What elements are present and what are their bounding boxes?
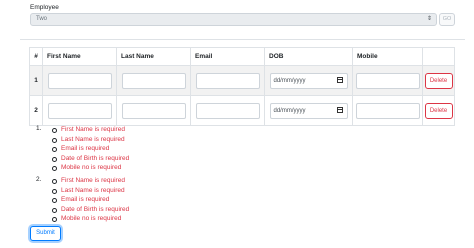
employee-label: Employee	[30, 4, 59, 11]
error-message: Email is required	[52, 144, 129, 154]
row-index: 2	[29, 95, 43, 126]
employee-select-value: Two	[36, 16, 48, 22]
error-message: Mobile no is required	[52, 163, 129, 173]
error-message: Date of Birth is required	[52, 205, 129, 215]
calendar-icon[interactable]	[336, 76, 343, 83]
error-message: First Name is required	[52, 176, 129, 186]
error-message: Last Name is required	[52, 135, 129, 145]
error-message: Last Name is required	[52, 186, 129, 196]
employee-table: # First Name Last Name Email DOB Mobile …	[29, 47, 455, 126]
error-list: First Name is required Last Name is requ…	[36, 176, 129, 224]
error-message: First Name is required	[52, 125, 129, 135]
validation-errors: 1. First Name is required Last Name is r…	[36, 125, 129, 227]
delete-button[interactable]: Delete	[424, 72, 453, 89]
dob-input[interactable]: dd/mm/yyyy	[269, 72, 348, 89]
mobile-input[interactable]	[355, 72, 420, 89]
last-name-input[interactable]	[121, 102, 186, 119]
table-row: 2 dd/mm/yyyy Delete	[29, 95, 455, 126]
column-header-email: Email	[190, 47, 265, 66]
first-name-input[interactable]	[47, 102, 112, 119]
column-header-actions	[422, 47, 455, 66]
email-input[interactable]	[195, 102, 260, 119]
dob-input[interactable]: dd/mm/yyyy	[269, 102, 348, 119]
last-name-input[interactable]	[121, 72, 186, 89]
table-row: 1 dd/mm/yyyy Delete	[29, 65, 455, 96]
error-message: Email is required	[52, 195, 129, 205]
error-group: 1. First Name is required Last Name is r…	[36, 125, 129, 173]
column-header-first-name: First Name	[42, 47, 117, 66]
column-header-last-name: Last Name	[116, 47, 191, 66]
dob-placeholder: dd/mm/yyyy	[273, 77, 306, 84]
delete-button[interactable]: Delete	[424, 102, 453, 119]
first-name-input[interactable]	[47, 72, 112, 89]
row-index: 1	[29, 65, 43, 96]
column-header-mobile: Mobile	[352, 47, 423, 66]
go-button[interactable]: GO	[439, 13, 455, 26]
error-message: Date of Birth is required	[52, 154, 129, 164]
email-input[interactable]	[195, 72, 260, 89]
error-message: Mobile no is required	[52, 214, 129, 224]
mobile-input[interactable]	[355, 102, 420, 119]
error-list: First Name is required Last Name is requ…	[36, 125, 129, 173]
divider	[20, 39, 465, 40]
select-caret-icon: ⇕	[426, 16, 432, 22]
dob-placeholder: dd/mm/yyyy	[273, 107, 306, 114]
column-header-index: #	[29, 47, 43, 66]
error-group: 2. First Name is required Last Name is r…	[36, 176, 129, 224]
calendar-icon[interactable]	[336, 106, 343, 113]
employee-select[interactable]: Two ⇕	[30, 13, 437, 26]
table-header-row: # First Name Last Name Email DOB Mobile	[29, 47, 455, 66]
error-group-number: 2.	[36, 175, 42, 183]
column-header-dob: DOB	[264, 47, 353, 66]
error-group-number: 1.	[36, 125, 42, 132]
submit-button[interactable]: Submit	[30, 226, 61, 241]
